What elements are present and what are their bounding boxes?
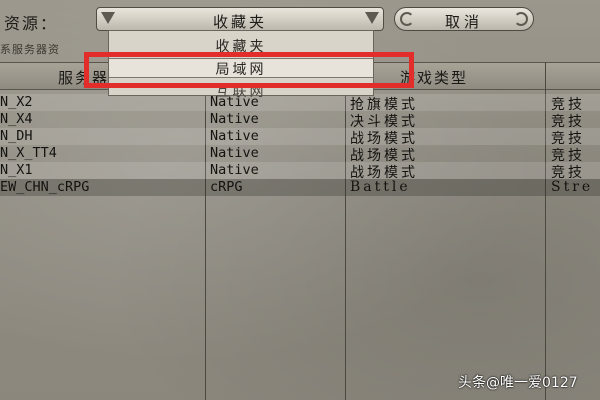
scroll-ornament-icon	[514, 12, 528, 26]
table-row[interactable]: N_DH Native 战场模式 竞技	[0, 128, 600, 147]
table-row[interactable]: N_X_TT4 Native 战场模式 竞技	[0, 145, 600, 164]
source-label: 资源：	[4, 14, 59, 33]
cell-extra: Stre	[551, 179, 594, 195]
table-row[interactable]: EW_CHN_cRPG cRPG Battle Stre	[0, 179, 600, 196]
cell-module: Native	[210, 128, 259, 144]
cell-module: Native	[210, 111, 259, 127]
cell-server-name: N_X_TT4	[0, 145, 57, 161]
triangle-down-icon	[365, 12, 379, 24]
highlight-box	[84, 52, 414, 88]
game-screen: 资源： 收藏夹 取消 系服务器资 服务器 游戏类型 N_X2 Native 抢旗…	[0, 0, 600, 400]
cell-module: cRPG	[210, 179, 243, 195]
server-resource-label: 系服务器资	[0, 43, 60, 56]
table-row[interactable]: N_X1 Native 战场模式 竞技	[0, 162, 600, 181]
cell-game-type: Battle	[350, 179, 411, 195]
cell-server-name: EW_CHN_cRPG	[0, 179, 90, 195]
cell-module: Native	[210, 145, 259, 161]
cancel-button-label: 取消	[444, 13, 483, 31]
source-selected-value: 收藏夹	[212, 13, 267, 31]
cell-server-name: N_X2	[0, 94, 33, 110]
cell-server-name: N_X4	[0, 111, 33, 127]
cell-server-name: N_DH	[0, 128, 33, 144]
cancel-button[interactable]: 取消	[394, 7, 534, 31]
source-dropdown[interactable]: 收藏夹	[96, 7, 384, 31]
table-row[interactable]: N_X4 Native 决斗模式 竞技	[0, 111, 600, 130]
cell-server-name: N_X1	[0, 162, 33, 178]
watermark: 头条@唯一爱0127	[458, 375, 578, 391]
cell-module: Native	[210, 162, 259, 178]
